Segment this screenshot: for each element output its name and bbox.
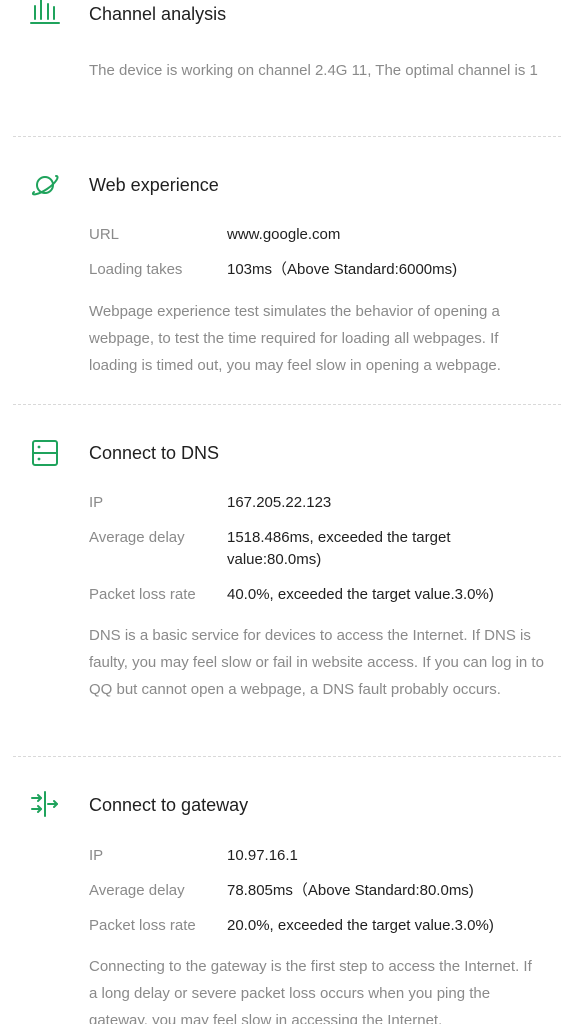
loading-takes-label: Loading takes [89, 261, 183, 278]
bar-chart-icon [30, 0, 60, 24]
section-title: Connect to gateway [89, 795, 249, 815]
divider [13, 756, 561, 757]
dns-packet-loss-value: 40.0%, exceeded the target value.3.0%) [227, 586, 494, 603]
divider [13, 136, 561, 137]
section-title: Connect to DNS [89, 443, 220, 463]
gateway-packet-loss-label: Packet loss rate [89, 917, 196, 934]
diagnosis-report: Channel analysis The device is working o… [0, 0, 574, 1024]
gateway-ip-label: IP [89, 847, 104, 864]
section-description: Connecting to the gateway is the first s… [89, 958, 532, 1024]
section-title: Web experience [89, 175, 219, 195]
section-description: DNS is a basic service for devices to ac… [89, 627, 544, 698]
divider [13, 404, 561, 405]
dns-ip-label: IP [89, 494, 104, 511]
gateway-average-delay-value: 78.805ms（Above Standard:80.0ms) [227, 882, 474, 899]
url-value: www.google.com [227, 226, 341, 243]
gateway-average-delay-label: Average delay [89, 882, 185, 899]
dns-packet-loss-label: Packet loss rate [89, 586, 196, 603]
dns-ip-value: 167.205.22.123 [227, 494, 332, 511]
gateway-arrows-icon [31, 791, 58, 817]
gateway-packet-loss-value: 20.0%, exceeded the target value.3.0%) [227, 917, 494, 934]
dns-average-delay-label: Average delay [89, 529, 185, 546]
section-description: Webpage experience test simulates the be… [89, 303, 501, 374]
section-description: The device is working on channel 2.4G 11… [89, 62, 538, 79]
loading-takes-value: 103ms（Above Standard:6000ms) [227, 261, 458, 278]
url-label: URL [89, 226, 120, 243]
dns-average-delay-value: 1518.486ms, exceeded the target value:80… [227, 529, 451, 568]
planet-icon [32, 175, 59, 196]
server-icon [32, 440, 58, 466]
section-title: Channel analysis [89, 4, 227, 24]
gateway-ip-value: 10.97.16.1 [227, 847, 298, 864]
